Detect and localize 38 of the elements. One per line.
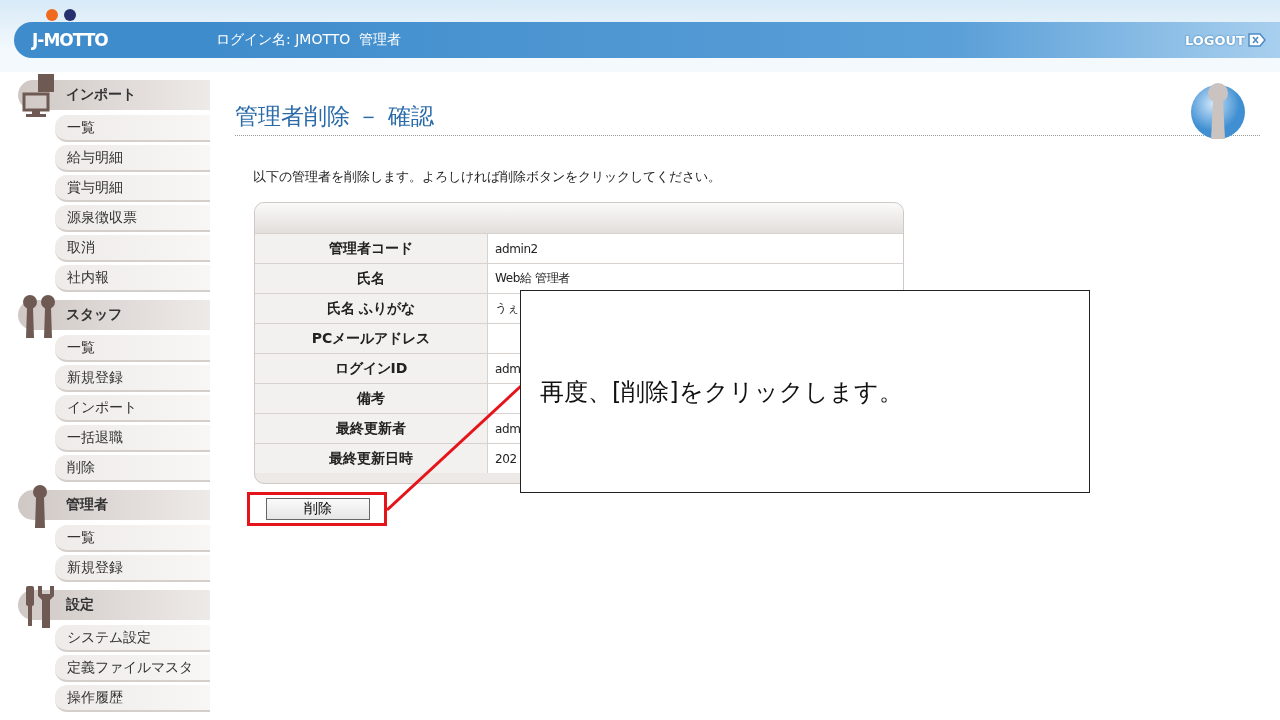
sidebar-section-title: スタッフ (66, 306, 122, 324)
sidebar-item[interactable]: 一覧 (55, 525, 210, 552)
sidebar-item[interactable]: 操作履歴 (55, 685, 210, 712)
field-label: 最終更新者 (255, 413, 488, 443)
exit-icon (1248, 33, 1266, 47)
sidebar-item[interactable]: 一覧 (55, 335, 210, 362)
field-label: 氏名 (255, 263, 488, 293)
sidebar-item[interactable]: システム設定 (55, 625, 210, 652)
sidebar-item[interactable]: 一覧 (55, 115, 210, 142)
instruction-text: 以下の管理者を削除します。よろしければ削除ボタンをクリックしてください。 (253, 168, 722, 186)
value-cell: Web給 管理者 (488, 263, 903, 293)
sidebar-item[interactable]: 定義ファイルマスタ (55, 655, 210, 682)
sidebar-item[interactable]: 賞与明細 (55, 175, 210, 202)
field-label: ログインID (255, 353, 488, 383)
login-name: ログイン名: JMOTTO 管理者 (216, 31, 402, 49)
field-label: 管理者コード (255, 233, 488, 263)
sidebar-section-title: 設定 (66, 596, 94, 614)
sidebar-item[interactable]: 新規登録 (55, 365, 210, 392)
sidebar-item[interactable]: インポート (55, 395, 210, 422)
person-icon (1188, 80, 1248, 140)
sidebar-item[interactable]: 給与明細 (55, 145, 210, 172)
sidebar-section-title: インポート (66, 86, 136, 104)
sidebar-item[interactable]: 新規登録 (55, 555, 210, 582)
sidebar-item[interactable]: 取消 (55, 235, 210, 262)
field-label: 氏名 ふりがな (255, 293, 488, 323)
field-label: 最終更新日時 (255, 443, 488, 473)
callout-text: 再度、[削除]をクリックします。 (540, 376, 903, 408)
value-cell: admin2 (488, 233, 903, 263)
sidebar-item[interactable]: 一括退職 (55, 425, 210, 452)
page-title: 管理者削除 － 確認 (235, 102, 434, 131)
sidebar-section-title: 管理者 (66, 496, 108, 514)
sidebar-item[interactable]: 社内報 (55, 265, 210, 292)
field-label: PCメールアドレス (255, 323, 488, 353)
field-label: 備考 (255, 383, 488, 413)
sidebar-item[interactable]: 源泉徴収票 (55, 205, 210, 232)
logo[interactable]: J-MOTTO (14, 22, 210, 58)
sidebar-item[interactable]: 削除 (55, 455, 210, 482)
delete-button[interactable]: 削除 (266, 498, 370, 520)
